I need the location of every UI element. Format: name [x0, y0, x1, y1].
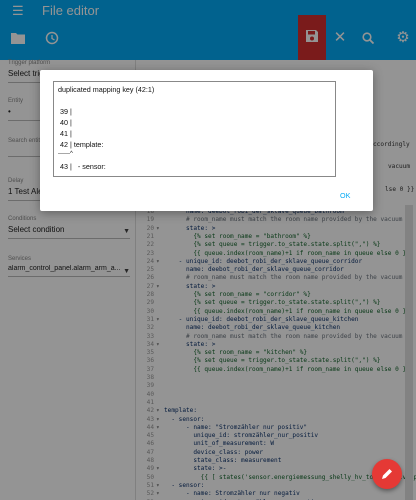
error-title: duplicated mapping key (42:1) [58, 85, 155, 94]
error-message-box: duplicated mapping key (42:1) 39 | 40 | … [53, 81, 336, 177]
error-line: 43 | - sensor: [58, 162, 106, 171]
error-line: 42 | template: [58, 140, 104, 149]
edit-fab-button[interactable] [372, 459, 402, 489]
error-dialog: duplicated mapping key (42:1) 39 | 40 | … [40, 70, 373, 211]
pencil-icon [382, 469, 392, 479]
error-line: 41 | [58, 129, 72, 138]
error-line: 40 | [58, 118, 72, 127]
error-pointer: ------^ [58, 151, 73, 157]
error-line: 39 | [58, 107, 72, 116]
ok-button[interactable]: OK [340, 191, 350, 200]
